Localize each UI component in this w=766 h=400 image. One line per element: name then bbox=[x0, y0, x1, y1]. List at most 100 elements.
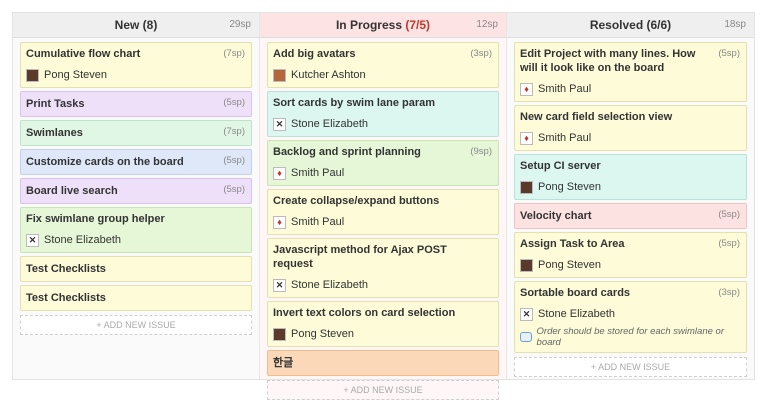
avatar-icon: ✕ bbox=[273, 117, 286, 131]
assignee-name: Stone Elizabeth bbox=[291, 118, 369, 130]
issue-card[interactable]: Setup CI server Pong Steven bbox=[514, 154, 747, 200]
card-title: Cumulative flow chart bbox=[26, 48, 141, 60]
card-title: Add big avatars bbox=[273, 48, 356, 60]
card-assignee: ♦ Smith Paul bbox=[520, 81, 741, 97]
card-title: Test Checklists bbox=[26, 292, 106, 304]
issue-card[interactable]: Velocity chart (5sp) bbox=[514, 203, 747, 229]
issue-card[interactable]: New card field selection view ♦ Smith Pa… bbox=[514, 105, 747, 151]
column-new: New (8) 29sp Cumulative flow chart (7sp)… bbox=[13, 13, 260, 379]
card-title: Fix swimlane group helper bbox=[26, 213, 165, 225]
assignee-name: Smith Paul bbox=[291, 167, 345, 179]
issue-card[interactable]: Fix swimlane group helper ✕ Stone Elizab… bbox=[20, 207, 252, 253]
kanban-board: New (8) 29sp Cumulative flow chart (7sp)… bbox=[12, 12, 755, 400]
issue-card[interactable]: Swimlanes (7sp) bbox=[20, 120, 252, 146]
column-title: In Progress bbox=[335, 18, 406, 32]
issue-card[interactable]: Sort cards by swim lane param ✕ Stone El… bbox=[267, 91, 499, 137]
card-assignee: ♦ Smith Paul bbox=[520, 130, 741, 146]
column-header-new[interactable]: New (8) 29sp bbox=[13, 13, 259, 38]
card-story-points: (5sp) bbox=[223, 184, 245, 195]
issue-card[interactable]: Javascript method for Ajax POST request … bbox=[267, 238, 499, 298]
issue-card[interactable]: Board live search (5sp) bbox=[20, 178, 252, 204]
issue-card[interactable]: Cumulative flow chart (7sp) Pong Steven bbox=[20, 42, 252, 88]
card-story-points: (7sp) bbox=[223, 126, 245, 137]
avatar-icon: ✕ bbox=[26, 233, 39, 247]
add-new-issue-button[interactable]: + ADD NEW ISSUE bbox=[514, 357, 747, 377]
wip-limit: (7/5) bbox=[405, 18, 431, 32]
avatar-icon bbox=[273, 68, 286, 82]
assignee-name: Pong Steven bbox=[538, 181, 601, 193]
card-title: Sortable board cards bbox=[520, 287, 631, 299]
avatar-icon bbox=[520, 180, 533, 194]
card-title: Assign Task to Area bbox=[520, 238, 625, 250]
card-assignee: Pong Steven bbox=[273, 326, 493, 342]
avatar-icon: ♦ bbox=[273, 166, 286, 180]
card-title: Test Checklists bbox=[26, 263, 106, 275]
card-assignee: Pong Steven bbox=[520, 179, 741, 195]
issue-card[interactable]: Add big avatars (3sp) Kutcher Ashton bbox=[267, 42, 499, 88]
avatar-icon: ♦ bbox=[273, 215, 286, 229]
column-story-points: 29sp bbox=[229, 19, 251, 30]
avatar-icon bbox=[26, 68, 39, 82]
card-story-points: (5sp) bbox=[223, 155, 245, 166]
issue-card[interactable]: Test Checklists bbox=[20, 256, 252, 282]
assignee-name: Smith Paul bbox=[538, 83, 592, 95]
assignee-name: Smith Paul bbox=[538, 132, 592, 144]
card-title: Swimlanes bbox=[26, 127, 83, 139]
card-story-points: (5sp) bbox=[718, 238, 740, 249]
issue-card[interactable]: 한글 bbox=[267, 350, 499, 376]
assignee-name: Stone Elizabeth bbox=[291, 279, 369, 291]
card-title: Customize cards on the board bbox=[26, 156, 184, 168]
card-title: Edit Project with many lines. How will i… bbox=[520, 48, 696, 74]
comment-text: Order should be stored for each swimlane… bbox=[536, 326, 724, 348]
card-story-points: (5sp) bbox=[718, 209, 740, 220]
issue-card[interactable]: Invert text colors on card selection Pon… bbox=[267, 301, 499, 347]
card-story-points: (5sp) bbox=[223, 97, 245, 108]
issue-card[interactable]: Test Checklists bbox=[20, 285, 252, 311]
assignee-name: Pong Steven bbox=[538, 259, 601, 271]
card-story-points: (5sp) bbox=[718, 48, 740, 59]
avatar-icon: ♦ bbox=[520, 82, 533, 96]
column-story-points: 12sp bbox=[476, 19, 498, 30]
card-title: New card field selection view bbox=[520, 111, 673, 123]
issue-card[interactable]: Assign Task to Area (5sp) Pong Steven bbox=[514, 232, 747, 278]
comment-icon bbox=[520, 332, 532, 342]
card-story-points: (9sp) bbox=[470, 146, 492, 157]
column-title: Resolved (6/6) bbox=[589, 18, 672, 32]
column-title: New (8) bbox=[114, 18, 158, 32]
avatar-icon: ♦ bbox=[520, 131, 533, 145]
add-new-issue-button[interactable]: + ADD NEW ISSUE bbox=[20, 315, 252, 335]
card-title: Sort cards by swim lane param bbox=[273, 97, 436, 109]
card-story-points: (7sp) bbox=[223, 48, 245, 59]
assignee-name: Pong Steven bbox=[291, 328, 354, 340]
card-assignee: ✕ Stone Elizabeth bbox=[26, 232, 246, 248]
assignee-name: Stone Elizabeth bbox=[44, 234, 122, 246]
card-title: Print Tasks bbox=[26, 98, 85, 110]
card-assignee: ✕ Stone Elizabeth bbox=[273, 116, 493, 132]
issue-card[interactable]: Sortable board cards (3sp) ✕ Stone Eliza… bbox=[514, 281, 747, 353]
issue-card[interactable]: Edit Project with many lines. How will i… bbox=[514, 42, 747, 102]
card-title: Javascript method for Ajax POST request bbox=[273, 244, 447, 270]
card-assignee: Pong Steven bbox=[26, 67, 246, 83]
card-title: Velocity chart bbox=[520, 210, 592, 222]
assignee-name: Kutcher Ashton bbox=[291, 69, 366, 81]
card-assignee: ✕ Stone Elizabeth bbox=[520, 306, 741, 322]
issue-card[interactable]: Customize cards on the board (5sp) bbox=[20, 149, 252, 175]
card-title: 한글 bbox=[273, 357, 294, 369]
issue-card[interactable]: Create collapse/expand buttons ♦ Smith P… bbox=[267, 189, 499, 235]
column-header-in-progress[interactable]: In Progress (7/5) 12sp bbox=[260, 13, 506, 38]
card-title: Invert text colors on card selection bbox=[273, 307, 456, 319]
column-header-resolved[interactable]: Resolved (6/6) 18sp bbox=[507, 13, 754, 38]
column-story-points: 18sp bbox=[724, 19, 746, 30]
issue-card[interactable]: Print Tasks (5sp) bbox=[20, 91, 252, 117]
issue-card[interactable]: Backlog and sprint planning (9sp) ♦ Smit… bbox=[267, 140, 499, 186]
column-in-progress: In Progress (7/5) 12sp Add big avatars (… bbox=[260, 13, 507, 400]
card-assignee: Kutcher Ashton bbox=[273, 67, 493, 83]
assignee-name: Stone Elizabeth bbox=[538, 308, 616, 320]
card-title: Backlog and sprint planning bbox=[273, 146, 421, 158]
column-resolved: Resolved (6/6) 18sp Edit Project with ma… bbox=[507, 13, 754, 379]
card-assignee: ♦ Smith Paul bbox=[273, 165, 493, 181]
card-title: Setup CI server bbox=[520, 160, 601, 172]
avatar-icon bbox=[273, 327, 286, 341]
avatar-icon: ✕ bbox=[520, 307, 533, 321]
add-new-issue-button[interactable]: + ADD NEW ISSUE bbox=[267, 380, 499, 400]
